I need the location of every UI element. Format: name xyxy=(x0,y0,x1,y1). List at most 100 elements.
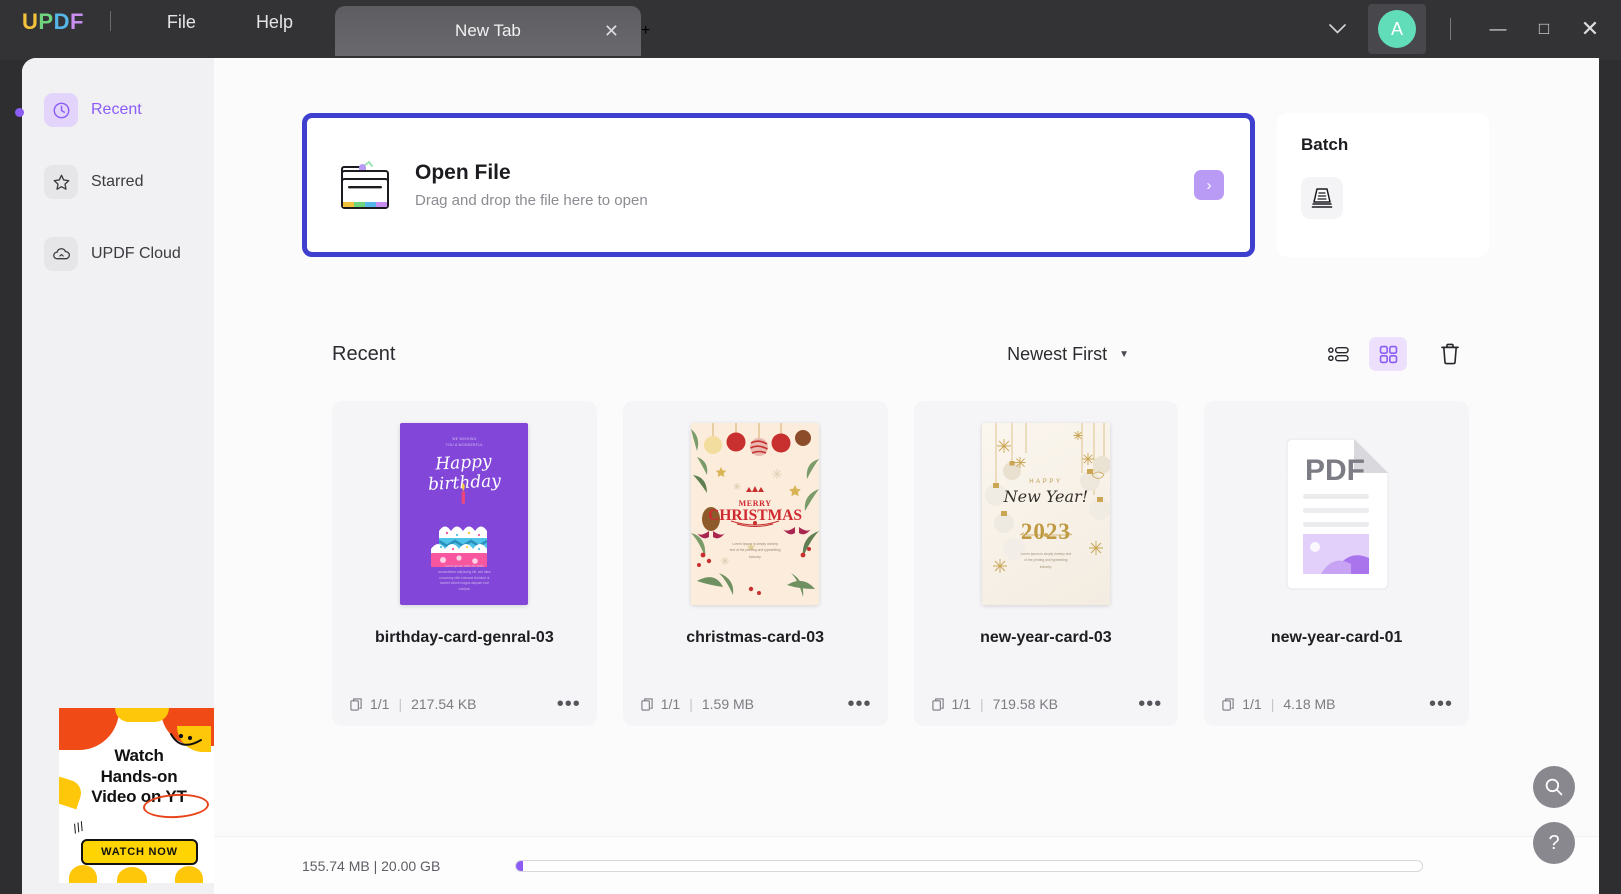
maximize-button[interactable]: □ xyxy=(1521,4,1567,54)
thumbnail-wrap: MERRY CHRISTMAS Lorem Ipsum is simply du… xyxy=(623,415,888,613)
sidebar-indicator-dot xyxy=(15,108,24,117)
list-view-icon[interactable] xyxy=(1319,337,1357,371)
open-file-card[interactable]: Open File Drag and drop the file here to… xyxy=(302,113,1255,257)
window-close-button[interactable]: ✕ xyxy=(1567,4,1613,54)
minimize-button[interactable]: — xyxy=(1475,4,1521,54)
open-file-text: Open File Drag and drop the file here to… xyxy=(415,161,1194,209)
thumbnail-wrap: PDF xyxy=(1204,415,1469,613)
open-file-subtitle: Drag and drop the file here to open xyxy=(415,192,648,209)
file-name: new-year-card-03 xyxy=(980,629,1112,646)
file-more-menu[interactable]: ••• xyxy=(1429,694,1453,714)
floating-action-buttons: ? xyxy=(1533,752,1575,864)
chevron-down-icon[interactable] xyxy=(1307,19,1368,39)
promo-shape-7 xyxy=(117,867,147,883)
thumb-happy-text: HAPPY xyxy=(1029,479,1063,485)
close-icon[interactable]: ✕ xyxy=(604,22,619,40)
file-more-menu[interactable]: ••• xyxy=(557,694,581,714)
sidebar-item-label-recent: Recent xyxy=(91,101,142,118)
promo-line-1: Watch xyxy=(114,746,164,765)
file-card[interactable]: MERRY CHRISTMAS Lorem Ipsum is simply du… xyxy=(622,401,888,726)
menu-file[interactable]: File xyxy=(137,12,226,51)
meta-divider: | xyxy=(979,696,984,712)
storage-label: 155.74 MB | 20.00 GB xyxy=(302,857,441,874)
thumbnail-birthday-card: WE WISHING YOU A WONDERFUL Happy birthday xyxy=(400,423,529,605)
file-pages: 1/1 xyxy=(370,696,390,712)
pages-icon xyxy=(641,697,653,711)
window-controls: A — □ ✕ xyxy=(1307,0,1621,58)
cloud-icon xyxy=(44,237,78,271)
folder-icon xyxy=(341,160,389,209)
logo-letter-u: U xyxy=(22,9,39,34)
search-fab[interactable] xyxy=(1533,766,1575,808)
sidebar-item-recent[interactable]: Recent xyxy=(44,88,198,132)
cake-illustration xyxy=(431,483,489,567)
avatar: A xyxy=(1378,10,1416,48)
file-meta: 1/1 | 217.54 KB ••• xyxy=(350,694,581,714)
promo-banner-art: Watch Hands-on Video on YT /// WATCH NOW xyxy=(59,708,219,883)
thumb-year-text: 2023 xyxy=(1020,519,1071,544)
new-year-illustration xyxy=(984,423,1110,573)
plus-icon[interactable]: + xyxy=(641,22,650,40)
sort-dropdown[interactable]: Newest First ▼ xyxy=(1007,344,1129,365)
grid-view-icon[interactable] xyxy=(1369,337,1407,371)
watch-now-button[interactable]: WATCH NOW xyxy=(81,839,198,865)
file-card[interactable]: WE WISHING YOU A WONDERFUL Happy birthday xyxy=(332,401,597,726)
logo-letter-f: F xyxy=(69,9,84,34)
batch-card[interactable]: Batch xyxy=(1277,113,1489,257)
promo-line-2: Hands-on xyxy=(100,766,178,786)
meta-divider: | xyxy=(398,696,403,712)
app-body: Recent Starred UPDF Cloud Watch Hands-on… xyxy=(22,58,1599,894)
svg-text:PDF: PDF xyxy=(1305,454,1365,487)
open-file-arrow-button[interactable]: › xyxy=(1194,170,1224,200)
title-bar-left: UPDF File Help New Tab ✕ + xyxy=(0,2,650,60)
thumbnail-pdf-placeholder: PDF xyxy=(1272,423,1401,605)
logo-divider xyxy=(109,11,111,31)
file-more-menu[interactable]: ••• xyxy=(1138,694,1162,714)
help-fab[interactable]: ? xyxy=(1533,822,1575,864)
meta-divider: | xyxy=(689,696,693,712)
storage-progress-bar xyxy=(515,859,1424,872)
sort-label: Newest First xyxy=(1007,343,1108,364)
promo-banner[interactable]: Watch Hands-on Video on YT /// WATCH NOW xyxy=(59,708,219,883)
sidebar-item-updf-cloud[interactable]: UPDF Cloud xyxy=(44,232,198,276)
menu-help[interactable]: Help xyxy=(226,12,323,51)
thumbnail-christmas-card: MERRY CHRISTMAS Lorem Ipsum is simply du… xyxy=(691,423,820,605)
star-icon xyxy=(44,165,78,199)
file-card[interactable]: PDF new-year-card-01 1/1 | 4.18 MB ••• xyxy=(1204,401,1469,726)
trash-icon[interactable] xyxy=(1431,337,1469,371)
pages-icon xyxy=(1222,697,1234,711)
sidebar: Recent Starred UPDF Cloud Watch Hands-on… xyxy=(22,58,219,894)
file-meta: 1/1 | 719.58 KB ••• xyxy=(931,694,1163,714)
status-bar: 155.74 MB | 20.00 GB xyxy=(214,836,1599,894)
file-name: birthday-card-genral-03 xyxy=(375,629,554,646)
thumb-script-text: New Year! xyxy=(1003,487,1089,506)
storage-progress-fill xyxy=(516,860,524,871)
file-size: 217.54 KB xyxy=(411,696,477,712)
file-grid: WE WISHING YOU A WONDERFUL Happy birthday xyxy=(332,401,1469,726)
stacked-documents-icon[interactable] xyxy=(1301,177,1343,219)
file-more-menu[interactable]: ••• xyxy=(847,694,871,714)
promo-tick-mark: /// xyxy=(70,818,87,837)
batch-title: Batch xyxy=(1301,135,1349,154)
page-title: Recent xyxy=(332,342,396,365)
promo-shape-8 xyxy=(175,866,203,883)
tab-label: New Tab xyxy=(455,21,521,40)
pdf-file-icon: PDF xyxy=(1285,438,1389,590)
file-size: 719.58 KB xyxy=(992,696,1058,712)
avatar-button[interactable]: A xyxy=(1368,4,1426,54)
open-file-title: Open File xyxy=(415,161,511,184)
recent-toolbar: Recent Newest First ▼ xyxy=(332,331,1469,377)
file-pages: 1/1 xyxy=(951,696,971,712)
sidebar-item-label-starred: Starred xyxy=(91,173,144,190)
tab-new-tab[interactable]: New Tab ✕ xyxy=(334,6,641,56)
title-bar: UPDF File Help New Tab ✕ + A — □ ✕ xyxy=(0,0,1621,60)
top-cards-row: Open File Drag and drop the file here to… xyxy=(214,58,1599,257)
thumb-body-text: Lorem ipsum is simply dummy text of the p… xyxy=(1020,552,1072,569)
sidebar-item-starred[interactable]: Starred xyxy=(44,160,198,204)
updf-logo: UPDF xyxy=(22,11,84,51)
thumbnail-wrap: WE WISHING YOU A WONDERFUL Happy birthday xyxy=(332,415,597,613)
file-pages: 1/1 xyxy=(1242,696,1262,712)
file-meta: 1/1 | 1.59 MB ••• xyxy=(641,694,872,714)
file-card[interactable]: HAPPY New Year! 2023 Lorem ipsum is simp… xyxy=(913,401,1179,726)
search-icon xyxy=(1545,778,1563,796)
